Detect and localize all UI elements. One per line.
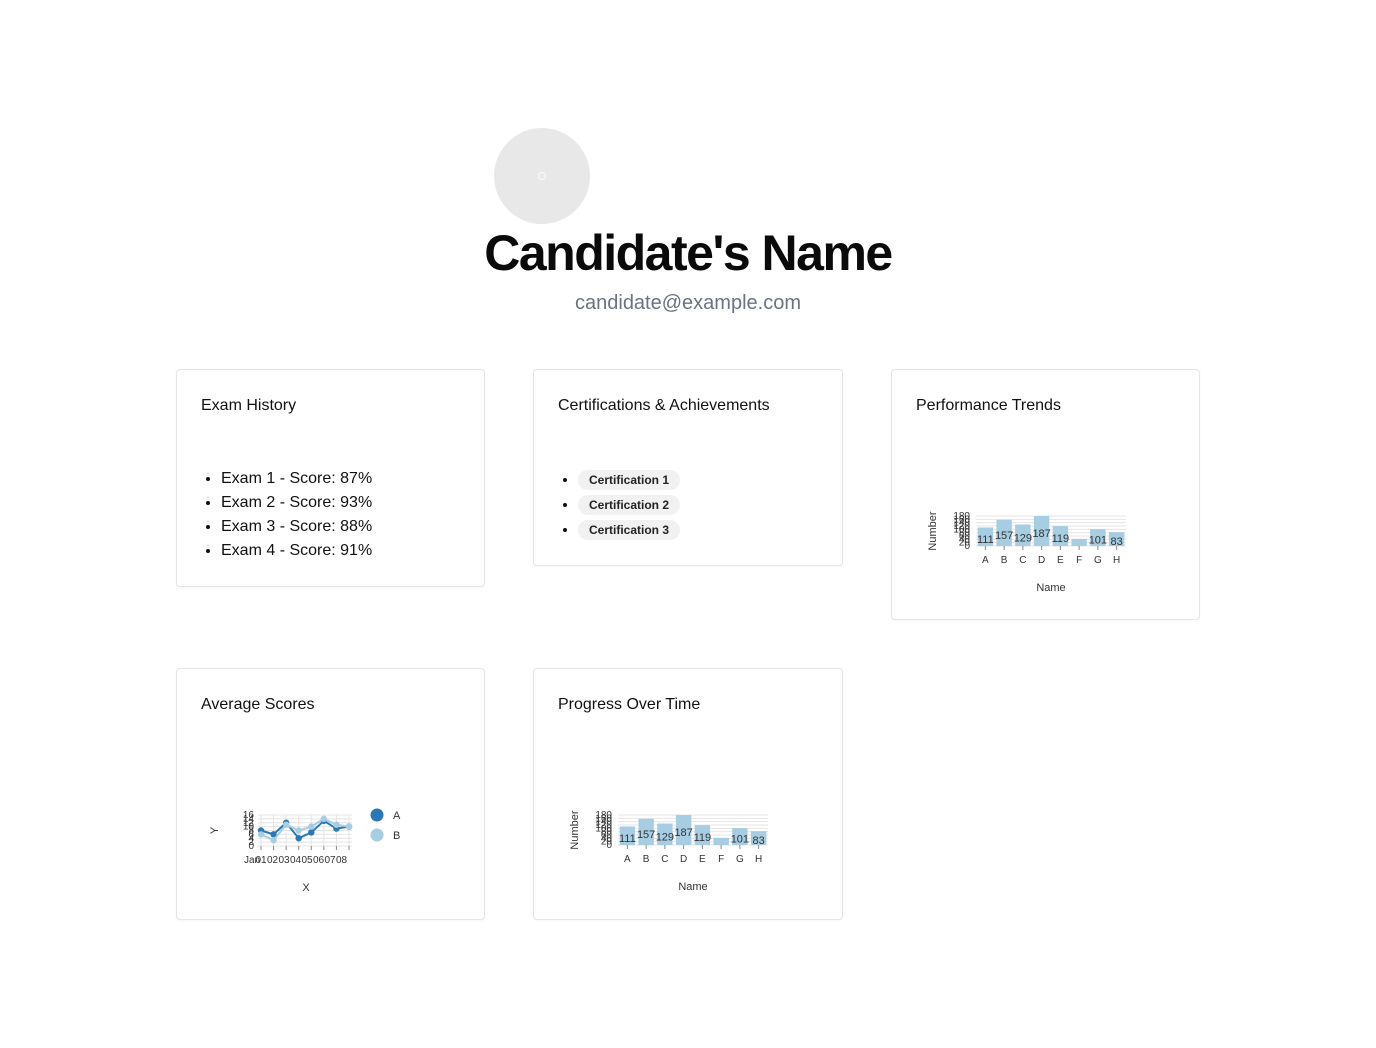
x-tick-label: 06 (313, 855, 325, 866)
y-tick-label: 180 (595, 810, 612, 821)
data-point (270, 836, 277, 844)
legend-marker (370, 808, 384, 822)
x-tick-label: 03 (279, 855, 291, 866)
x-tick-label: A (982, 555, 989, 566)
x-tick-label: 04 (290, 855, 302, 866)
x-tick-label: G (736, 854, 744, 865)
x-tick-label: 02 (267, 855, 279, 866)
data-label: 83 (753, 835, 765, 847)
data-point (333, 821, 340, 828)
x-tick-label: B (643, 854, 650, 865)
x-tick-label: D (1038, 555, 1045, 566)
data-label: 83 (1111, 536, 1123, 548)
progress-bar-chart: 020406080100120140160180A111B157C129D187… (569, 810, 768, 893)
bar (713, 837, 729, 845)
list-item: Exam 4 - Score: 91% (221, 539, 372, 563)
data-label: 111 (619, 833, 636, 845)
y-axis-label: Number (569, 810, 581, 849)
legend-label: B (393, 830, 400, 842)
data-point (308, 823, 315, 830)
certifications-list: Certification 1 Certification 2 Certific… (558, 470, 681, 545)
data-label: 187 (674, 827, 692, 839)
data-label: 119 (1052, 533, 1070, 545)
certification-badge: Certification 3 (578, 520, 681, 540)
exam-history-list: Exam 1 - Score: 87% Exam 2 - Score: 93% … (201, 467, 372, 563)
data-point (295, 835, 302, 842)
x-axis-label: Name (1036, 582, 1065, 594)
data-label: 119 (694, 832, 712, 844)
list-item: Exam 1 - Score: 87% (221, 467, 372, 491)
data-label: 101 (731, 834, 749, 846)
exam-history-card: Exam History Exam 1 - Score: 87% Exam 2 … (176, 369, 485, 587)
certifications-card: Certifications & Achievements Certificat… (533, 369, 843, 566)
performance-trends-card: Performance Trends 0 20 40 60 80 100 120 140 160… (891, 369, 1200, 620)
y-tick-label: 16 (243, 810, 255, 821)
x-tick-label: C (661, 854, 668, 865)
user-avatar-placeholder-icon (538, 172, 546, 180)
y-axis-label: Y (209, 826, 221, 834)
x-tick-label: C (1019, 555, 1026, 566)
x-tick-label: H (755, 854, 762, 865)
x-tick-label: B (1001, 555, 1008, 566)
card-title: Exam History (201, 397, 297, 414)
y-tick-label: 180 (953, 511, 970, 522)
x-tick-label: 07 (325, 855, 337, 866)
certification-badge: Certification 1 (578, 470, 681, 490)
x-tick-label: A (624, 854, 631, 865)
x-tick-label: F (718, 854, 724, 865)
data-label: 101 (1089, 535, 1107, 547)
data-label: 129 (1014, 532, 1032, 544)
x-tick-label: E (1057, 555, 1064, 566)
x-axis-label: X (302, 882, 310, 894)
data-label: 111 (977, 534, 994, 546)
certification-badge: Certification 2 (578, 495, 681, 515)
x-tick-label: E (699, 854, 706, 865)
x-tick-label: 01 (256, 855, 268, 866)
data-label: 157 (995, 530, 1013, 542)
x-tick-label: H (1113, 555, 1120, 566)
y-axis-label: Number (927, 511, 939, 550)
card-title: Progress Over Time (558, 696, 701, 713)
list-item: Certification 1 (578, 470, 681, 495)
data-point (320, 815, 328, 823)
bar (1071, 538, 1087, 546)
avatar (494, 128, 590, 224)
card-title: Performance Trends (916, 397, 1061, 414)
x-axis-label: Name (678, 881, 707, 893)
legend-marker (370, 828, 384, 842)
x-tick-label: G (1094, 555, 1102, 566)
list-item: Exam 2 - Score: 93% (221, 491, 372, 515)
data-label: 129 (656, 831, 674, 843)
data-point (282, 821, 290, 828)
card-title: Certifications & Achievements (558, 397, 770, 414)
x-tick-label: 08 (336, 855, 348, 866)
x-tick-label: D (680, 854, 687, 865)
performance-bar-chart: 020406080100120140160180A111B157C129D187… (927, 511, 1126, 594)
data-label: 187 (1032, 528, 1050, 540)
candidate-email: candidate@example.com (575, 292, 801, 314)
progress-over-time-card: Progress Over Time 0 20 40 60 80 100 120 140 160… (533, 668, 843, 920)
list-item: Exam 3 - Score: 88% (221, 515, 372, 539)
list-item: Certification 3 (578, 520, 681, 545)
x-tick-label: F (1076, 555, 1082, 566)
data-point (295, 827, 302, 834)
candidate-name: Candidate's Name (484, 225, 893, 281)
legend-label: A (393, 810, 401, 822)
data-point (308, 829, 315, 836)
data-point (257, 831, 265, 838)
x-tick-label: 05 (302, 855, 314, 866)
card-title: Average Scores (201, 696, 315, 713)
average-scores-line-chart: 0246810121416Jan01 02 03 04 05 06 07 08ABXY (209, 808, 401, 894)
data-label: 157 (637, 829, 655, 841)
list-item: Certification 2 (578, 495, 681, 520)
data-point (345, 823, 353, 830)
average-scores-card: Average Scores 0 2 4 6 8 10 12 14 16 Jan 01 02 03 04 0… (176, 668, 485, 920)
